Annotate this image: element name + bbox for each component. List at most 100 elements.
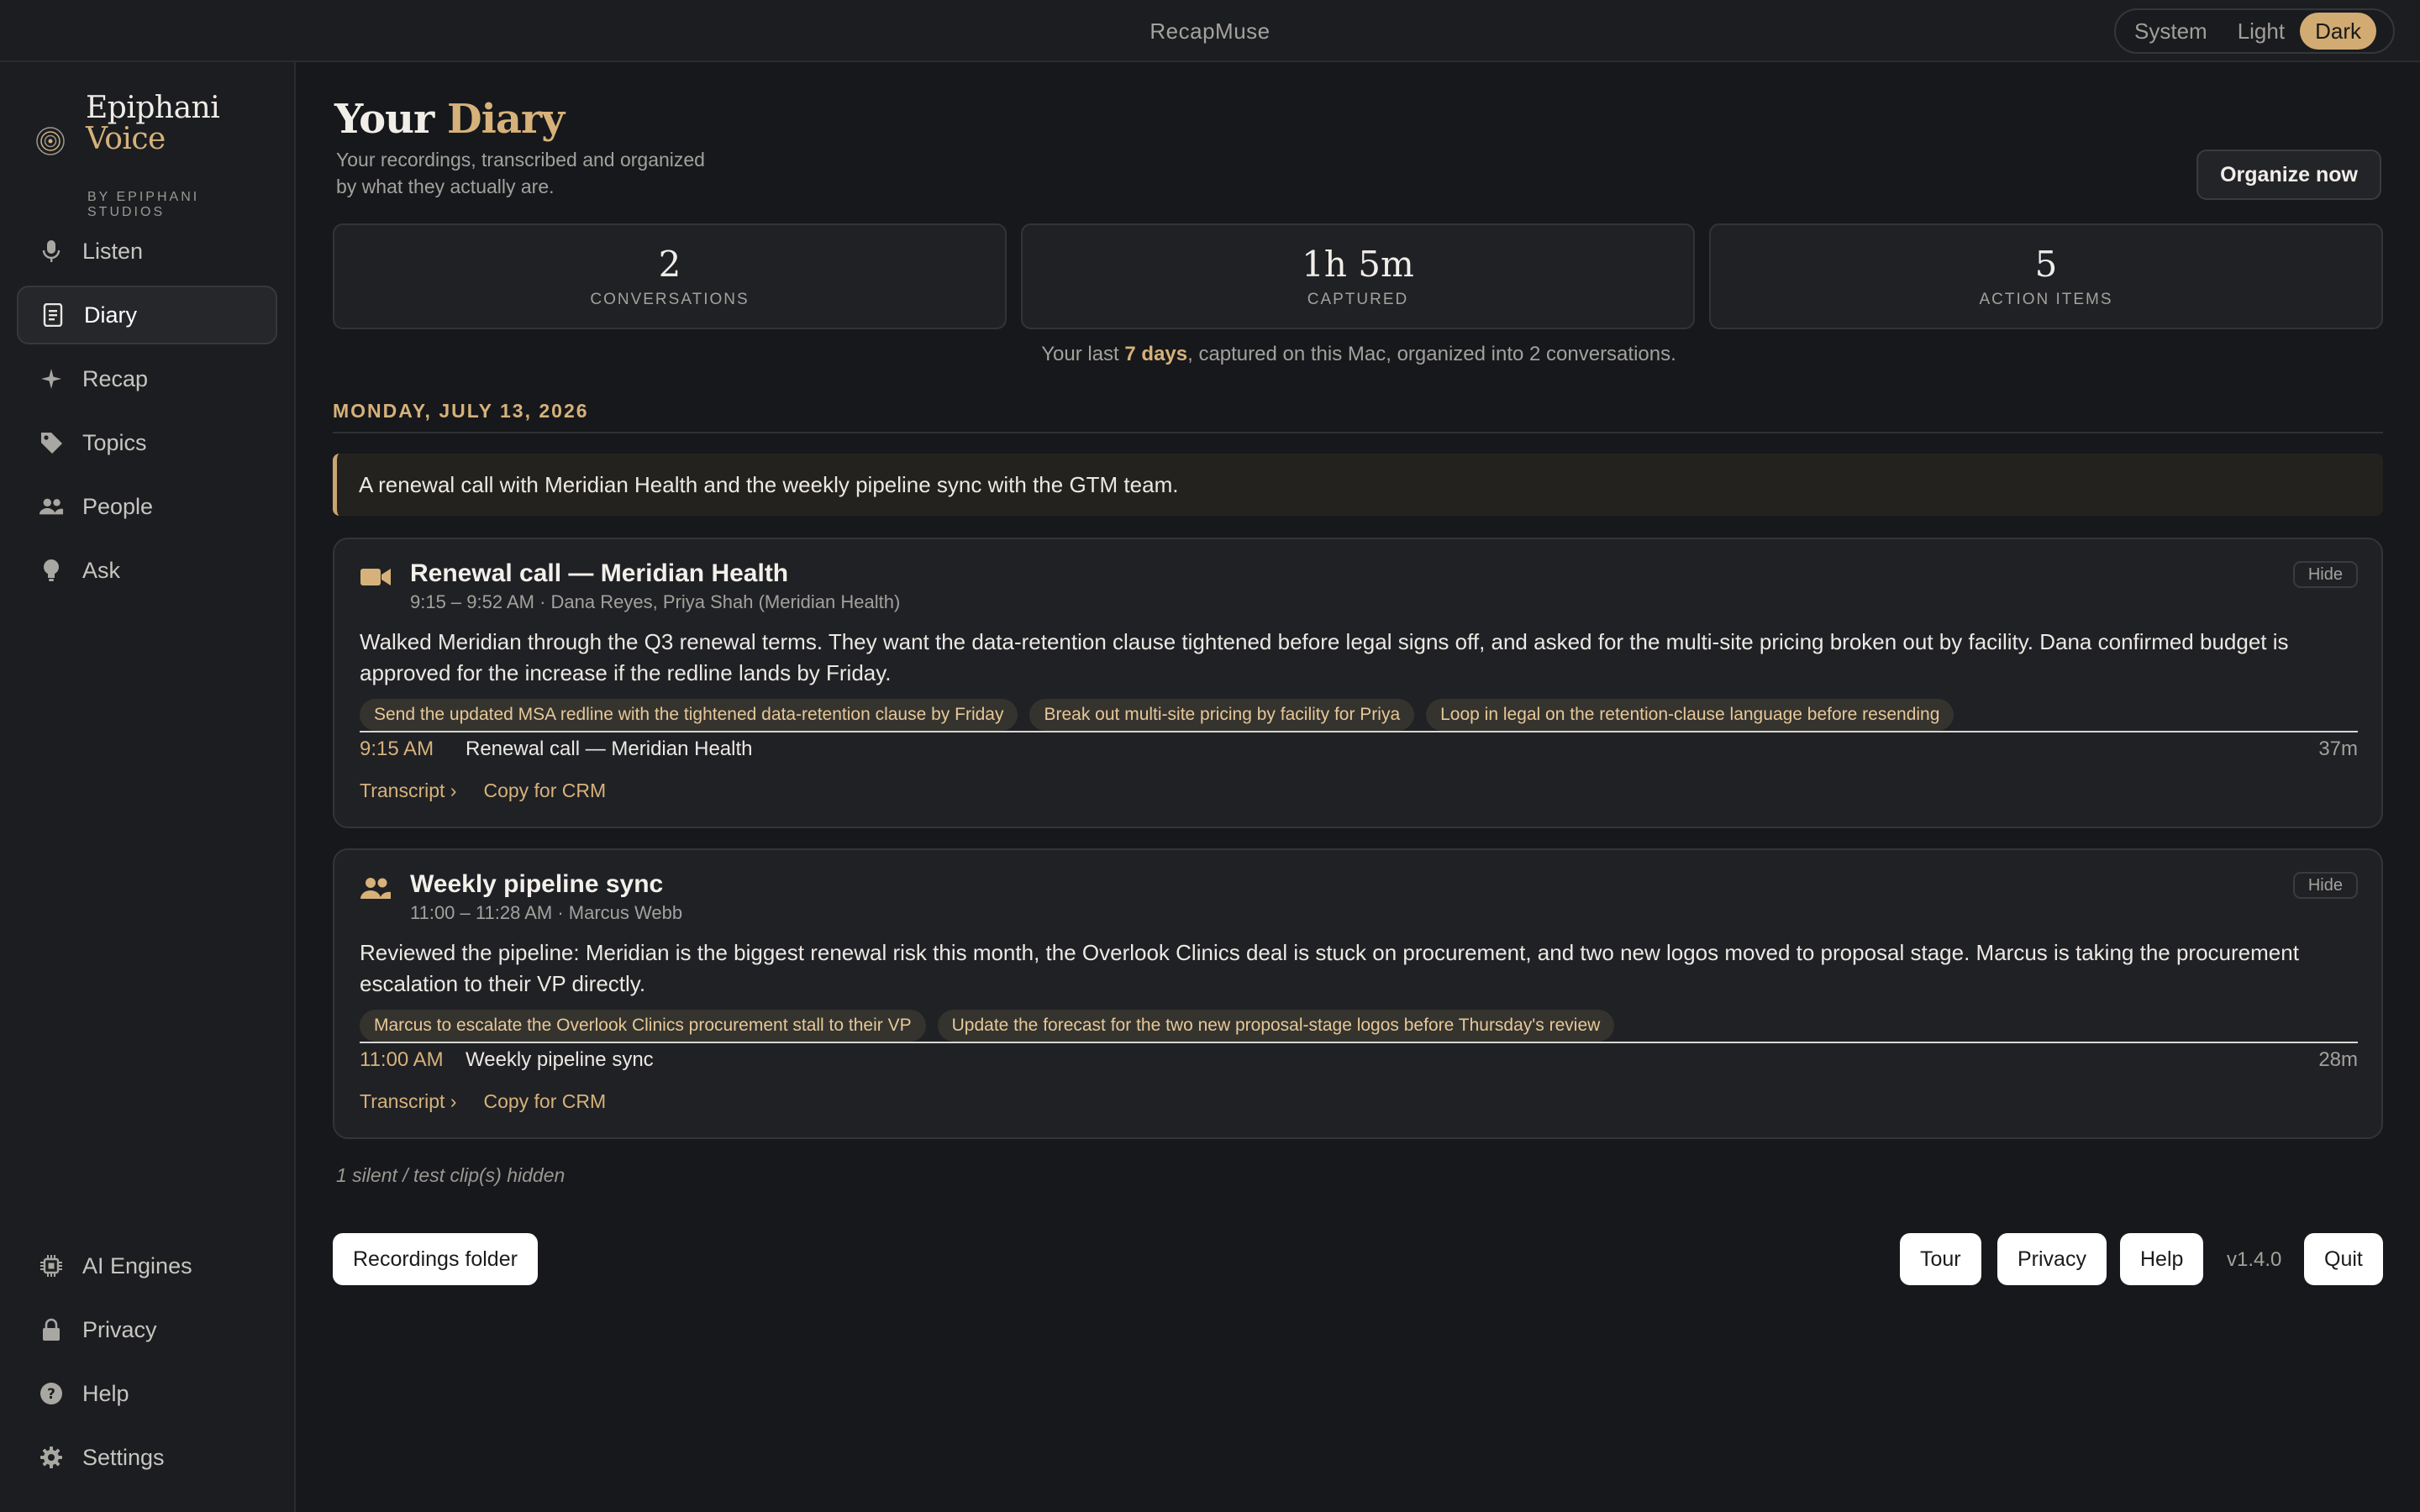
action-item-chip[interactable]: Break out multi-site pricing by facility…: [1029, 699, 1415, 731]
brand-logo-icon: [36, 127, 65, 155]
sidebar: Epiphani Voice BY EPIPHANI STUDIOS Liste…: [0, 62, 296, 1512]
page-title-accent: Diary: [447, 96, 565, 143]
recordings-folder-button[interactable]: Recordings folder: [333, 1233, 538, 1285]
brand-name-line2: Voice: [86, 122, 166, 156]
stat-card-captured: 1h 5m CAPTURED: [1021, 223, 1695, 329]
sidebar-item-label: Listen: [82, 238, 144, 264]
page-title: Your Diary: [334, 96, 565, 143]
sidebar-item-ai-engines[interactable]: AI Engines: [17, 1236, 277, 1295]
segment-time: 9:15 AM: [360, 738, 434, 760]
sidebar-item-label: Settings: [82, 1444, 165, 1470]
sidebar-item-label: Recap: [82, 365, 149, 391]
sidebar-item-label: Help: [82, 1380, 129, 1406]
conversation-meta: 9:15 – 9:52 AM · Dana Reyes, Priya Shah …: [410, 591, 901, 612]
conversation-title: Weekly pipeline sync: [410, 870, 664, 898]
main-content: Your Diary Your recordings, transcribed …: [296, 62, 2420, 1512]
privacy-button[interactable]: Privacy: [1997, 1233, 2107, 1285]
sparkle-icon: [39, 366, 64, 391]
segment-time: 11:00 AM: [360, 1048, 444, 1071]
microphone-icon: [39, 239, 64, 264]
version-label: v1.4.0: [2227, 1248, 2282, 1271]
sidebar-item-privacy[interactable]: Privacy: [17, 1300, 277, 1359]
segment-duration: 37m: [2318, 738, 2358, 760]
stat-label: ACTION ITEMS: [1979, 291, 2113, 308]
conversation-card: Renewal call — Meridian Health 9:15 – 9:…: [333, 538, 2383, 828]
theme-option-light[interactable]: Light: [2223, 13, 2300, 50]
sidebar-item-label: Topics: [82, 429, 147, 455]
brand-subtitle: BY EPIPHANI STUDIOS: [87, 190, 239, 220]
brand-name: Epiphani Voice: [86, 92, 287, 155]
sidebar-item-help[interactable]: ? Help: [17, 1364, 277, 1423]
stat-value: 5: [2034, 244, 2058, 285]
theme-option-dark[interactable]: Dark: [2300, 13, 2376, 50]
app-window: RecapMuse System Light Dark Epiphani Voi…: [0, 0, 2420, 1512]
action-item-chip[interactable]: Update the forecast for the two new prop…: [937, 1010, 1615, 1042]
conversation-meta: 11:00 – 11:28 AM · Marcus Webb: [410, 902, 683, 923]
people-icon: [39, 494, 64, 519]
segment-name: Renewal call — Meridian Health: [466, 738, 753, 760]
sidebar-item-settings[interactable]: Settings: [17, 1428, 277, 1487]
stat-card-action-items: 5 ACTION ITEMS: [1709, 223, 2383, 329]
svg-text:?: ?: [47, 1386, 55, 1403]
lightbulb-icon: [39, 558, 64, 583]
sidebar-item-recap[interactable]: Recap: [17, 349, 277, 408]
theme-option-system[interactable]: System: [2119, 13, 2223, 50]
tour-button[interactable]: Tour: [1900, 1233, 1981, 1285]
page-title-plain: Your: [334, 96, 434, 143]
brand-name-line1: Epiphani: [86, 91, 220, 125]
gear-icon: [39, 1445, 64, 1470]
sidebar-item-label: AI Engines: [82, 1252, 192, 1278]
quit-button[interactable]: Quit: [2304, 1233, 2383, 1285]
conversation-actions: Transcript › Copy for CRM: [360, 1090, 606, 1113]
tag-icon: [39, 430, 64, 455]
conversation-card: Weekly pipeline sync 11:00 – 11:28 AM · …: [333, 848, 2383, 1139]
segment-divider: [360, 1042, 2358, 1043]
stat-label: CAPTURED: [1307, 291, 1409, 308]
sidebar-item-ask[interactable]: Ask: [17, 541, 277, 600]
hidden-clips-note[interactable]: 1 silent / test clip(s) hidden: [336, 1164, 565, 1187]
document-icon: [40, 302, 66, 328]
brand-subtitle-line1: BY EPIPHANI: [87, 190, 200, 204]
copy-for-crm-link[interactable]: Copy for CRM: [483, 1090, 606, 1113]
page-subtitle-line2: by what they actually are.: [336, 176, 555, 197]
segment-duration: 28m: [2318, 1048, 2358, 1071]
sidebar-item-diary[interactable]: Diary: [17, 286, 277, 344]
conversation-summary: Reviewed the pipeline: Meridian is the b…: [360, 940, 2299, 996]
sidebar-item-listen[interactable]: Listen: [17, 222, 277, 281]
people-icon: [360, 878, 391, 899]
app-title: RecapMuse: [1150, 18, 1270, 44]
conversation-summary: Walked Meridian through the Q3 renewal t…: [360, 629, 2289, 685]
sidebar-item-label: People: [82, 493, 154, 519]
stat-value: 1h 5m: [1302, 244, 1414, 285]
action-items: Send the updated MSA redline with the ti…: [360, 699, 2358, 731]
action-item-chip[interactable]: Send the updated MSA redline with the ti…: [360, 699, 1018, 731]
action-item-chip[interactable]: Marcus to escalate the Overlook Clinics …: [360, 1010, 926, 1042]
transcript-link[interactable]: Transcript ›: [360, 1090, 456, 1113]
action-items: Marcus to escalate the Overlook Clinics …: [360, 1010, 2358, 1042]
sidebar-item-topics[interactable]: Topics: [17, 413, 277, 472]
segment-row[interactable]: 11:00 AM Weekly pipeline sync 28m: [360, 1048, 2358, 1074]
chip-icon: [39, 1253, 64, 1278]
theme-switch: System Light Dark: [2114, 8, 2395, 54]
organize-now-button[interactable]: Organize now: [2196, 150, 2381, 200]
date-divider: [333, 432, 2383, 433]
period-summary: Your last 7 days, captured on this Mac, …: [334, 343, 2383, 366]
sidebar-item-people[interactable]: People: [17, 477, 277, 536]
stat-value: 2: [658, 244, 681, 285]
period-summary-prefix: Your last: [1041, 343, 1125, 365]
help-icon: ?: [39, 1381, 64, 1406]
copy-for-crm-link[interactable]: Copy for CRM: [483, 780, 606, 802]
date-heading: MONDAY, JULY 13, 2026: [333, 400, 589, 422]
segment-row[interactable]: 9:15 AM Renewal call — Meridian Health 3…: [360, 738, 2358, 763]
transcript-link[interactable]: Transcript ›: [360, 780, 456, 802]
action-item-chip[interactable]: Loop in legal on the retention-clause la…: [1426, 699, 1954, 731]
period-summary-suffix: , captured on this Mac, organized into 2…: [1187, 343, 1676, 365]
help-button[interactable]: Help: [2120, 1233, 2204, 1285]
sidebar-item-label: Privacy: [82, 1316, 157, 1342]
conversation-actions: Transcript › Copy for CRM: [360, 780, 606, 802]
hide-button[interactable]: Hide: [2292, 561, 2358, 588]
stat-card-conversations: 2 CONVERSATIONS: [333, 223, 1007, 329]
stat-label: CONVERSATIONS: [590, 291, 750, 308]
video-camera-icon: [360, 569, 391, 585]
hide-button[interactable]: Hide: [2292, 872, 2358, 899]
